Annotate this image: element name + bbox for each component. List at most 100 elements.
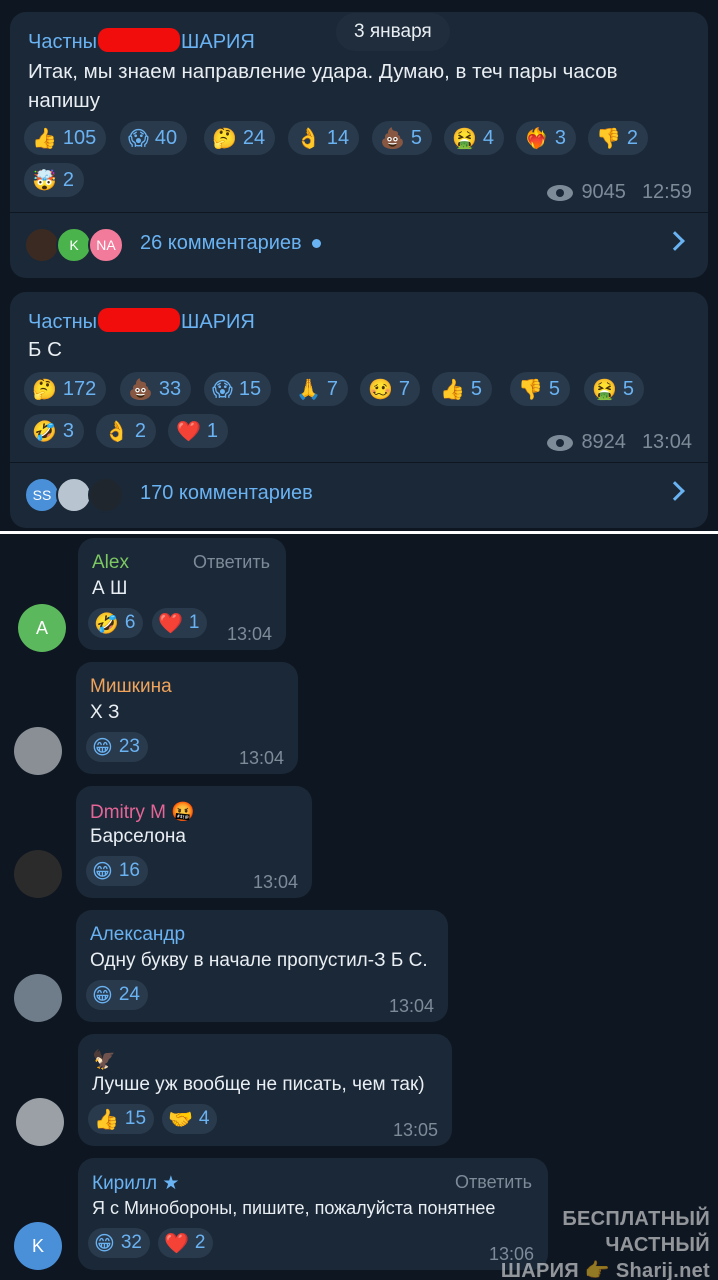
star-icon: ★ (162, 1173, 180, 1194)
comment-bubble[interactable]: Dmitry M 🤬 Барселона 😁 16 13:04 (76, 786, 312, 898)
channel-post[interactable]: Частны ШАРИЯ Б С 🤔 172 💩 33 😱 15 🙏 7 🥴 7 👍 5 👎 5… (10, 292, 708, 528)
divider (10, 462, 708, 463)
avatar (56, 477, 92, 513)
comment-author[interactable]: Кирилл ★ (92, 1172, 179, 1195)
channel-post[interactable]: Частны ШАРИЯ Итак, мы знаем направление у… (10, 12, 708, 278)
reaction-chip[interactable]: 😁 32 (88, 1228, 150, 1258)
post-text-line: напишу (28, 89, 100, 112)
reaction-chip[interactable]: 👎 5 (510, 372, 571, 406)
reaction-chip[interactable]: 🥴 7 (360, 372, 421, 406)
reply-button[interactable]: Ответить (193, 552, 270, 573)
reaction-chip[interactable]: 😱 40 (120, 121, 188, 155)
reaction-chip[interactable]: 👍 105 (24, 121, 107, 155)
reaction-chip[interactable]: 👌 14 (288, 121, 360, 155)
comment-text: Барселона (90, 826, 186, 847)
divider (10, 212, 708, 213)
reaction-chip[interactable]: 💩 33 (120, 372, 192, 406)
reaction-chip[interactable]: ❤️ 1 (152, 608, 208, 638)
commenter-avatars: SS (24, 477, 134, 513)
comment-time: 13:05 (392, 1120, 438, 1140)
reaction-chip[interactable]: 🤔 172 (24, 372, 107, 406)
post-author[interactable]: Частны ШАРИЯ (28, 28, 255, 54)
reaction-chip[interactable]: 🤝 4 (162, 1104, 218, 1134)
comments-link[interactable]: SS 170 комментариев (10, 464, 708, 524)
reaction-chip[interactable]: 👍 15 (88, 1104, 155, 1134)
eye-icon (547, 434, 574, 451)
avatar: NA (88, 227, 124, 263)
post-author[interactable]: Частны ШАРИЯ (28, 308, 255, 334)
comment-time: 13:04 (252, 872, 298, 892)
reaction-chip[interactable]: 🤯 2 (24, 163, 85, 197)
reaction-chip[interactable]: 🤔 24 (204, 121, 276, 155)
avatar: K (56, 227, 92, 263)
avatar: SS (24, 477, 60, 513)
status-emoji-icon: 🤬 (171, 802, 195, 823)
reaction-chip[interactable]: 🤣 3 (24, 414, 85, 448)
comment-text: Я с Минобороны, пишите, пожалуйста понят… (92, 1198, 496, 1218)
reaction-chip[interactable]: 🤮 5 (584, 372, 645, 406)
reaction-chip[interactable]: 😁 16 (86, 856, 148, 886)
reaction-chip[interactable]: 👍 5 (432, 372, 493, 406)
reaction-chip[interactable]: 👌 2 (96, 414, 157, 448)
channel-posts-area: Частны ШАРИЯ Итак, мы знаем направление у… (0, 0, 718, 531)
reaction-chip[interactable]: 🤣 6 (88, 608, 144, 638)
avatar[interactable]: K (14, 1222, 62, 1270)
reaction-chip[interactable]: ❤️ 2 (158, 1228, 214, 1258)
comment-time: 13:04 (226, 624, 272, 644)
avatar[interactable] (16, 1098, 64, 1146)
reaction-chip[interactable]: 😱 15 (204, 372, 272, 406)
avatar[interactable] (14, 727, 62, 775)
comment-author[interactable]: Dmitry M 🤬 (90, 800, 195, 824)
censor-block (98, 308, 181, 332)
post-text: Б С (28, 335, 698, 364)
comment-time: 13:04 (238, 748, 284, 768)
comments-link[interactable]: K NA 26 комментариев (10, 214, 708, 274)
avatar (24, 227, 60, 263)
comment-count[interactable]: 26 комментариев (140, 232, 321, 255)
comment-bubble[interactable]: Мишкина Х З 😁 23 13:04 (76, 662, 298, 774)
eye-icon (547, 184, 574, 201)
post-meta: 8924 13:04 (547, 431, 692, 454)
date-separator: 3 января (336, 13, 450, 51)
reaction-chip[interactable]: 😁 24 (86, 980, 148, 1010)
reaction-chip[interactable]: 👎 2 (588, 121, 649, 155)
commenter-avatars: K NA (24, 227, 134, 263)
post-time: 12:59 (641, 181, 692, 203)
reaction-chip[interactable]: 🤮 4 (444, 121, 505, 155)
comment-author[interactable]: 🦅 (92, 1048, 116, 1072)
comment-text: А Ш (92, 578, 128, 599)
reaction-chip[interactable]: ❤️‍🔥 3 (516, 121, 577, 155)
comment-bubble[interactable]: Александр Одну букву в начале пропустил-… (76, 910, 448, 1022)
avatar[interactable] (14, 974, 62, 1022)
censor-block (98, 28, 181, 52)
chevron-right-icon[interactable] (665, 481, 685, 501)
reaction-chip[interactable]: 🙏 7 (288, 372, 349, 406)
watermark: БЕСПЛАТНЫЙ ЧАСТНЫЙ ШАРИЯ 👉 Sharij.net (500, 1208, 710, 1280)
view-count: 9045 (581, 181, 626, 203)
avatar[interactable] (14, 850, 62, 898)
comment-author[interactable]: Мишкина (90, 676, 172, 698)
comment-time: 13:04 (388, 996, 434, 1016)
avatar[interactable]: A (18, 604, 66, 652)
comment-text: Х З (90, 702, 120, 723)
status-emoji-icon: 🦅 (92, 1050, 116, 1071)
reaction-chip[interactable]: ❤️ 1 (168, 414, 229, 448)
comment-count[interactable]: 170 комментариев (140, 482, 313, 505)
chevron-right-icon[interactable] (665, 231, 685, 251)
post-time: 13:04 (641, 431, 692, 453)
post-text-line: Итак, мы знаем направление удара. Думаю,… (28, 60, 618, 83)
post-text-line: Б С (28, 338, 62, 361)
reaction-chip[interactable]: 😁 23 (86, 732, 148, 762)
comment-bubble[interactable]: Alex Ответить А Ш 🤣 6 ❤️ 1 13:04 (78, 538, 286, 650)
view-count: 8924 (581, 431, 626, 453)
comment-author[interactable]: Alex (92, 552, 129, 574)
post-meta: 9045 12:59 (547, 181, 692, 204)
comment-text: Одну букву в начале пропустил-З Б С. (90, 950, 428, 971)
screenshot-separator (0, 531, 718, 534)
comment-author[interactable]: Александр (90, 924, 185, 946)
reply-button[interactable]: Ответить (455, 1172, 532, 1193)
reaction-chip[interactable]: 💩 5 (372, 121, 433, 155)
unread-dot-icon (311, 239, 321, 248)
post-text: Итак, мы знаем направление удара. Думаю,… (28, 57, 698, 115)
comment-bubble[interactable]: 🦅 Лучше уж вообще не писать, чем так) 👍 1… (78, 1034, 452, 1146)
